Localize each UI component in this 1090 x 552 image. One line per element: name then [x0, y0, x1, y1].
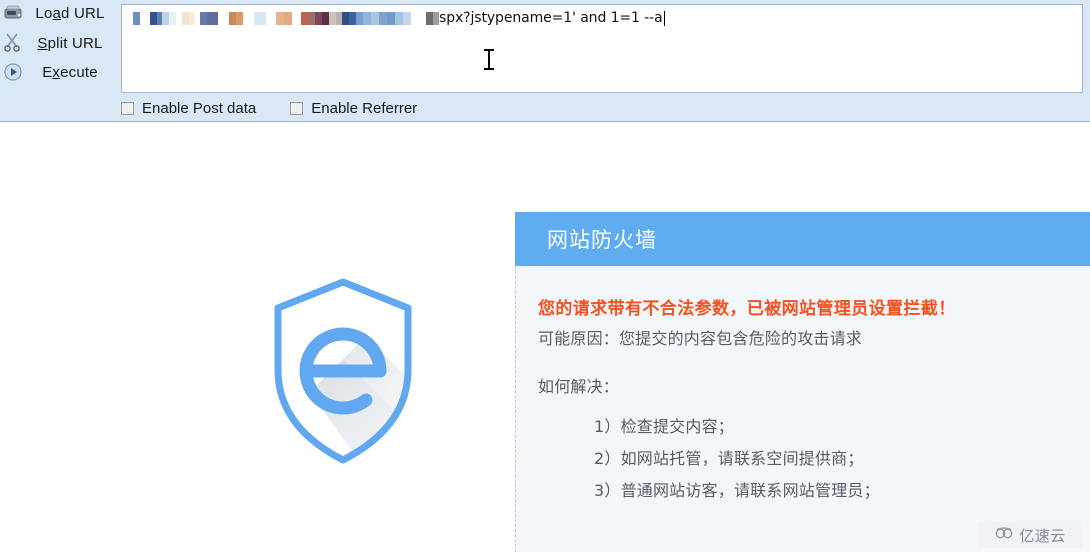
list-item: 3）普通网站访客，请联系网站管理员；	[594, 481, 880, 500]
cloud-icon	[994, 526, 1014, 545]
toolbar-icon-column	[2, 2, 24, 94]
url-input-line: spx?jstypename=1' and 1=1 --a	[126, 8, 665, 28]
url-visible-text: spx?jstypename=1' and 1=1 --a	[439, 10, 663, 26]
load-url-label-rest: d URL	[61, 5, 105, 22]
firewall-steps-list: 1）检查提交内容； 2）如网站托管，请联系空间提供商； 3）普通网站访客，请联系…	[538, 413, 1090, 501]
checkbox-box[interactable]	[121, 101, 134, 115]
firewall-alert-text: 您的请求带有不合法参数，已被网站管理员设置拦截！	[538, 299, 956, 319]
scissors-icon[interactable]	[3, 32, 23, 52]
firewall-title: 网站防火墙	[547, 228, 657, 252]
load-url-button[interactable]: Load URL	[22, 5, 118, 22]
split-url-accel: S	[37, 35, 48, 52]
enable-post-data-label: Enable Post data	[142, 99, 257, 117]
load-url-accel: a	[52, 5, 62, 22]
checkbox-box[interactable]	[290, 101, 304, 115]
page-content: 网站防火墙 您的请求带有不合法参数，已被网站管理员设置拦截！ 可能原因：您提交的…	[0, 122, 1090, 552]
watermark: 亿速云	[978, 522, 1082, 548]
watermark-text: 亿速云	[1019, 526, 1066, 545]
split-url-label-rest: plit URL	[47, 35, 103, 52]
list-item: 1）检查提交内容；	[594, 417, 734, 436]
scanner-icon[interactable]	[3, 3, 23, 23]
shield-e-icon	[248, 274, 458, 474]
toolbar-options-row: Enable Post data Enable Referrer	[121, 98, 417, 118]
execute-label-rest: ecute	[60, 64, 98, 81]
redacted-url-mosaic-mid	[363, 11, 423, 25]
redacted-url-mosaic-left	[126, 11, 363, 25]
firewall-panel: 网站防火墙 您的请求带有不合法参数，已被网站管理员设置拦截！ 可能原因：您提交的…	[515, 212, 1090, 552]
enable-referrer-checkbox[interactable]: Enable Referrer	[290, 100, 417, 117]
firewall-panel-header: 网站防火墙	[515, 212, 1090, 266]
execute-label: E	[42, 64, 53, 81]
firewall-howto-heading: 如何解决：	[538, 377, 620, 396]
redacted-url-mosaic-right	[423, 11, 439, 25]
text-caret	[663, 10, 665, 26]
list-item: 2）如网站托管，请联系空间提供商；	[594, 449, 864, 468]
split-url-button[interactable]: Split URL	[22, 35, 118, 52]
firewall-panel-body: 您的请求带有不合法参数，已被网站管理员设置拦截！ 可能原因：您提交的内容包含危险…	[515, 266, 1090, 552]
ibeam-cursor-icon	[484, 49, 494, 70]
firewall-reason-text: 可能原因：您提交的内容包含危险的攻击请求	[538, 329, 863, 348]
play-circle-icon[interactable]	[3, 62, 23, 82]
enable-post-data-checkbox[interactable]: Enable Post data	[121, 100, 256, 117]
url-toolbar: Load URL Split URL Execute spx?jstypenam…	[0, 0, 1090, 122]
execute-accel: x	[52, 64, 61, 81]
load-url-label: Lo	[35, 5, 53, 22]
toolbar-label-column: Load URL Split URL Execute	[22, 0, 118, 95]
enable-referrer-label: Enable Referrer	[311, 99, 418, 117]
url-input[interactable]: spx?jstypename=1' and 1=1 --a	[121, 4, 1083, 93]
execute-button[interactable]: Execute	[22, 64, 118, 81]
